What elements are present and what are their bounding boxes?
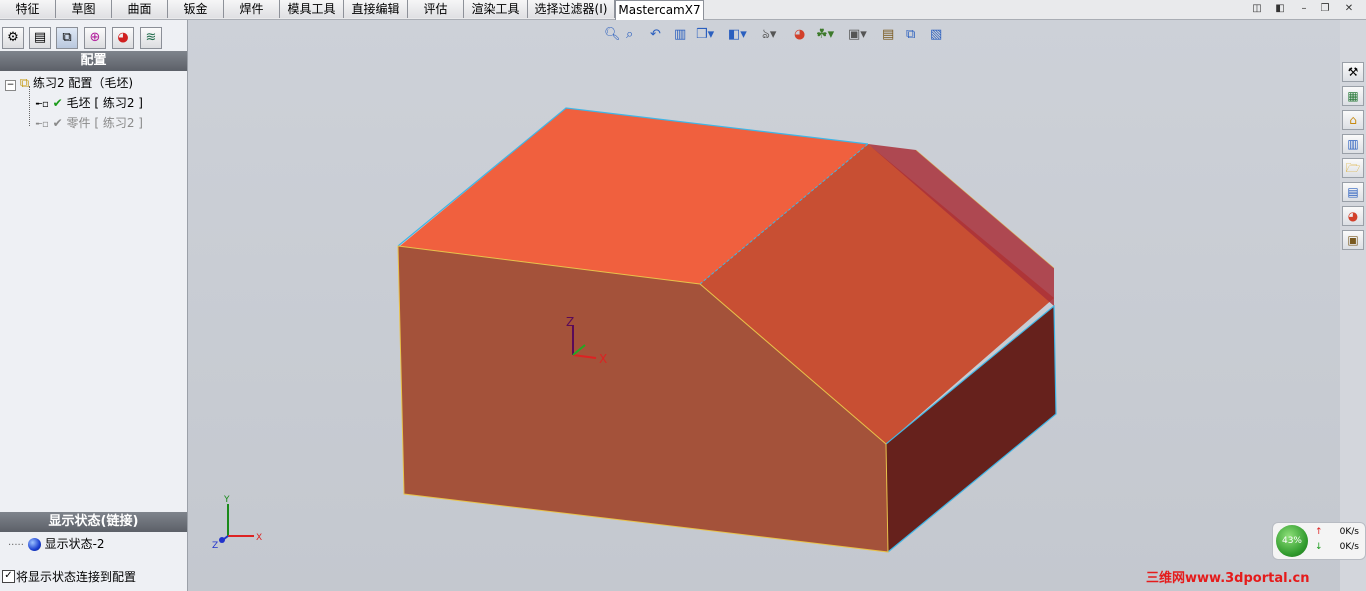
link-display-states-label: 将显示状态连接到配置 <box>16 570 137 584</box>
config-item-part[interactable]: ╾▫ ✔ 零件 [ 练习2 ] <box>36 114 143 132</box>
tab-evaluate[interactable]: 评估 <box>408 0 464 18</box>
upload-speed: 0K/s <box>1339 527 1359 537</box>
triad-x-label: X <box>256 533 262 543</box>
download-arrow-icon: ↓ <box>1315 542 1323 552</box>
tab-surfaces[interactable]: 曲面 <box>112 0 168 18</box>
tab-weldments[interactable]: 焊件 <box>224 0 280 18</box>
mastercam-manager-icon[interactable]: ≋ <box>140 27 162 49</box>
download-speed: 0K/s <box>1339 542 1359 552</box>
feature-manager-icon[interactable]: ⚙ <box>2 27 24 49</box>
file-explorer-icon[interactable]: 🗁︎ <box>1342 158 1364 178</box>
configuration-manager-panel: ⚙ ▤ ⧉ ⊕ ◕ ≋ 配置 − ⧉ 练习2 配置（毛坯) ╾▫ ✔ 毛坯 [ … <box>0 20 188 591</box>
tab-sketch[interactable]: 草图 <box>56 0 112 18</box>
display-state-label: 显示状态-2 <box>44 537 105 551</box>
command-manager-tabs: 特征 草图 曲面 钣金 焊件 模具工具 直接编辑 评估 渲染工具 选择过滤器(I… <box>0 0 1366 20</box>
triad-y-label: Y <box>223 495 230 505</box>
origin-x-label: X <box>599 352 607 366</box>
link-display-states-checkbox[interactable]: ✓ <box>2 570 15 583</box>
origin-z-label: Z <box>566 315 574 329</box>
split-panel-icon[interactable]: ◧ <box>1273 3 1287 15</box>
view-palette-icon[interactable]: ▥ <box>1342 134 1364 154</box>
tab-sheet-metal[interactable]: 钣金 <box>168 0 224 18</box>
property-manager-icon[interactable]: ▤ <box>29 27 51 49</box>
tab-mastercam[interactable]: MastercamX7 <box>615 0 704 20</box>
close-icon[interactable]: ✕ <box>1342 3 1356 15</box>
tab-mold-tools[interactable]: 模具工具 <box>280 0 344 18</box>
solidworks-resources-icon[interactable]: ⚒ <box>1342 62 1364 82</box>
network-monitor: 43% ↑ ↓ 0K/s 0K/s <box>1272 522 1366 560</box>
upload-arrow-icon: ↑ <box>1315 527 1323 537</box>
part-config-icon: ⧉ <box>19 76 30 91</box>
tab-render-tools[interactable]: 渲染工具 <box>464 0 528 18</box>
config-link-icon: ╾▫ <box>36 99 49 110</box>
graphics-area[interactable]: 🔍︎ ⌕ ↶ ▥ ❒▾ ◧▾ ঌ▾ ◕ ☘▾ ▣▾ ▤ ⧉ ▧ Z X Y X … <box>188 20 1340 591</box>
config-item-label: 零件 [ 练习2 ] <box>66 116 143 130</box>
design-library-icon[interactable]: ▦ <box>1342 86 1364 106</box>
custom-properties-icon[interactable]: ▤ <box>1342 182 1364 202</box>
manager-tabs: ⚙ ▤ ⧉ ⊕ ◕ ≋ <box>0 26 187 50</box>
tree-connector: ····· <box>8 540 24 551</box>
inactive-check-icon: ✔ <box>52 116 63 130</box>
document-recovery-icon[interactable]: ▣ <box>1342 230 1364 250</box>
config-tree-root[interactable]: − ⧉ 练习2 配置（毛坯) <box>5 74 133 92</box>
display-manager-icon[interactable]: ◕ <box>112 27 134 49</box>
display-state-icon <box>27 538 41 551</box>
triad-z-label: Z <box>212 541 218 550</box>
config-root-label: 练习2 配置（毛坯) <box>32 76 134 90</box>
display-state-item[interactable]: ····· 显示状态-2 <box>8 535 105 553</box>
config-item-label: 毛坯 [ 练习2 ] <box>66 96 143 110</box>
configuration-manager-icon[interactable]: ⧉ <box>56 27 78 49</box>
network-percent-gauge: 43% <box>1276 525 1308 557</box>
config-item-blank[interactable]: ╾▫ ✔ 毛坯 [ 练习2 ] <box>36 94 143 112</box>
dimxpert-icon[interactable]: ⊕ <box>84 27 106 49</box>
tab-features[interactable]: 特征 <box>0 0 56 18</box>
display-state-header: 显示状态(链接) <box>0 512 187 532</box>
restore-window-icon[interactable]: ❐ <box>1318 3 1332 15</box>
config-link-icon: ╾▫ <box>36 119 49 130</box>
tab-selection-filter[interactable]: 选择过滤器(I) <box>528 0 615 18</box>
part-model[interactable]: Z X <box>188 20 1340 591</box>
collapse-toggle-icon[interactable]: − <box>5 80 16 91</box>
restore-panel-icon[interactable]: ◫ <box>1250 3 1264 15</box>
minimize-icon[interactable]: – <box>1297 3 1311 15</box>
reference-triad: Y X Z <box>212 495 262 550</box>
appearances-icon[interactable]: ◕ <box>1342 206 1364 226</box>
active-check-icon: ✔ <box>52 96 63 110</box>
tab-direct-editing[interactable]: 直接编辑 <box>344 0 408 18</box>
file-explorer-home-icon[interactable]: ⌂ <box>1342 110 1364 130</box>
config-panel-header: 配置 <box>0 51 187 71</box>
tree-connector <box>29 86 31 126</box>
watermark: 三维网www.3dportal.cn <box>1146 571 1310 586</box>
